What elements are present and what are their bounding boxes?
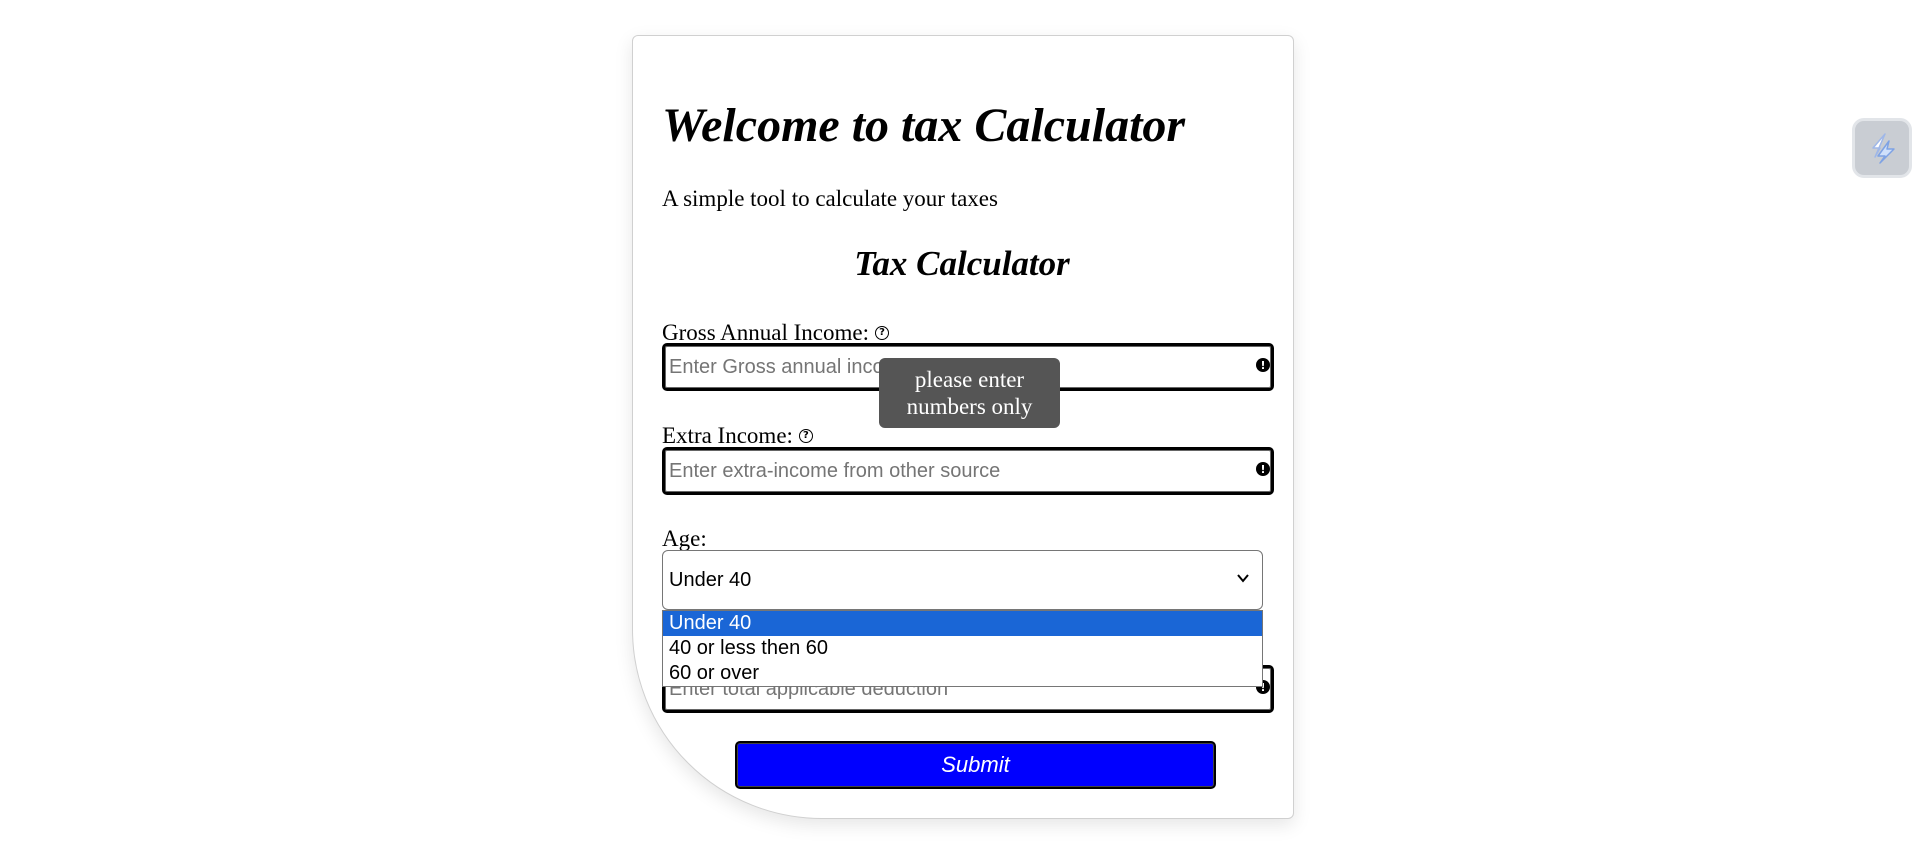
age-option-60-or-over[interactable]: 60 or over — [663, 661, 1262, 686]
age-select-value: Under 40 — [669, 568, 752, 591]
age-option-under-40[interactable]: Under 40 — [663, 611, 1262, 636]
validation-tooltip: please enter numbers only — [879, 358, 1060, 428]
extra-income-label: Extra Income: ? — [662, 423, 813, 449]
extra-income-input[interactable] — [662, 447, 1274, 495]
age-option-40-to-60[interactable]: 40 or less then 60 — [663, 636, 1262, 661]
exclamation-circle-icon: ! — [1256, 462, 1270, 476]
age-select[interactable]: Under 40 — [662, 550, 1263, 610]
chevron-down-icon — [1237, 574, 1249, 583]
form-heading: Tax Calculator — [854, 244, 1070, 283]
page-subtitle: A simple tool to calculate your taxes — [662, 186, 998, 211]
question-circle-icon[interactable]: ? — [798, 429, 813, 443]
age-label-text: Age: — [662, 526, 707, 551]
extension-icon — [1872, 133, 1895, 164]
age-dropdown-list: Under 40 40 or less then 60 60 or over — [662, 610, 1263, 687]
age-label: Age: — [662, 526, 707, 552]
question-circle-icon[interactable]: ? — [874, 326, 889, 340]
page-title: Welcome to tax Calculator — [662, 99, 1186, 152]
exclamation-circle-icon: ! — [1256, 358, 1270, 372]
extra-income-label-text: Extra Income: — [662, 423, 793, 448]
extension-button[interactable] — [1852, 118, 1912, 178]
submit-button[interactable]: Submit — [735, 741, 1216, 789]
